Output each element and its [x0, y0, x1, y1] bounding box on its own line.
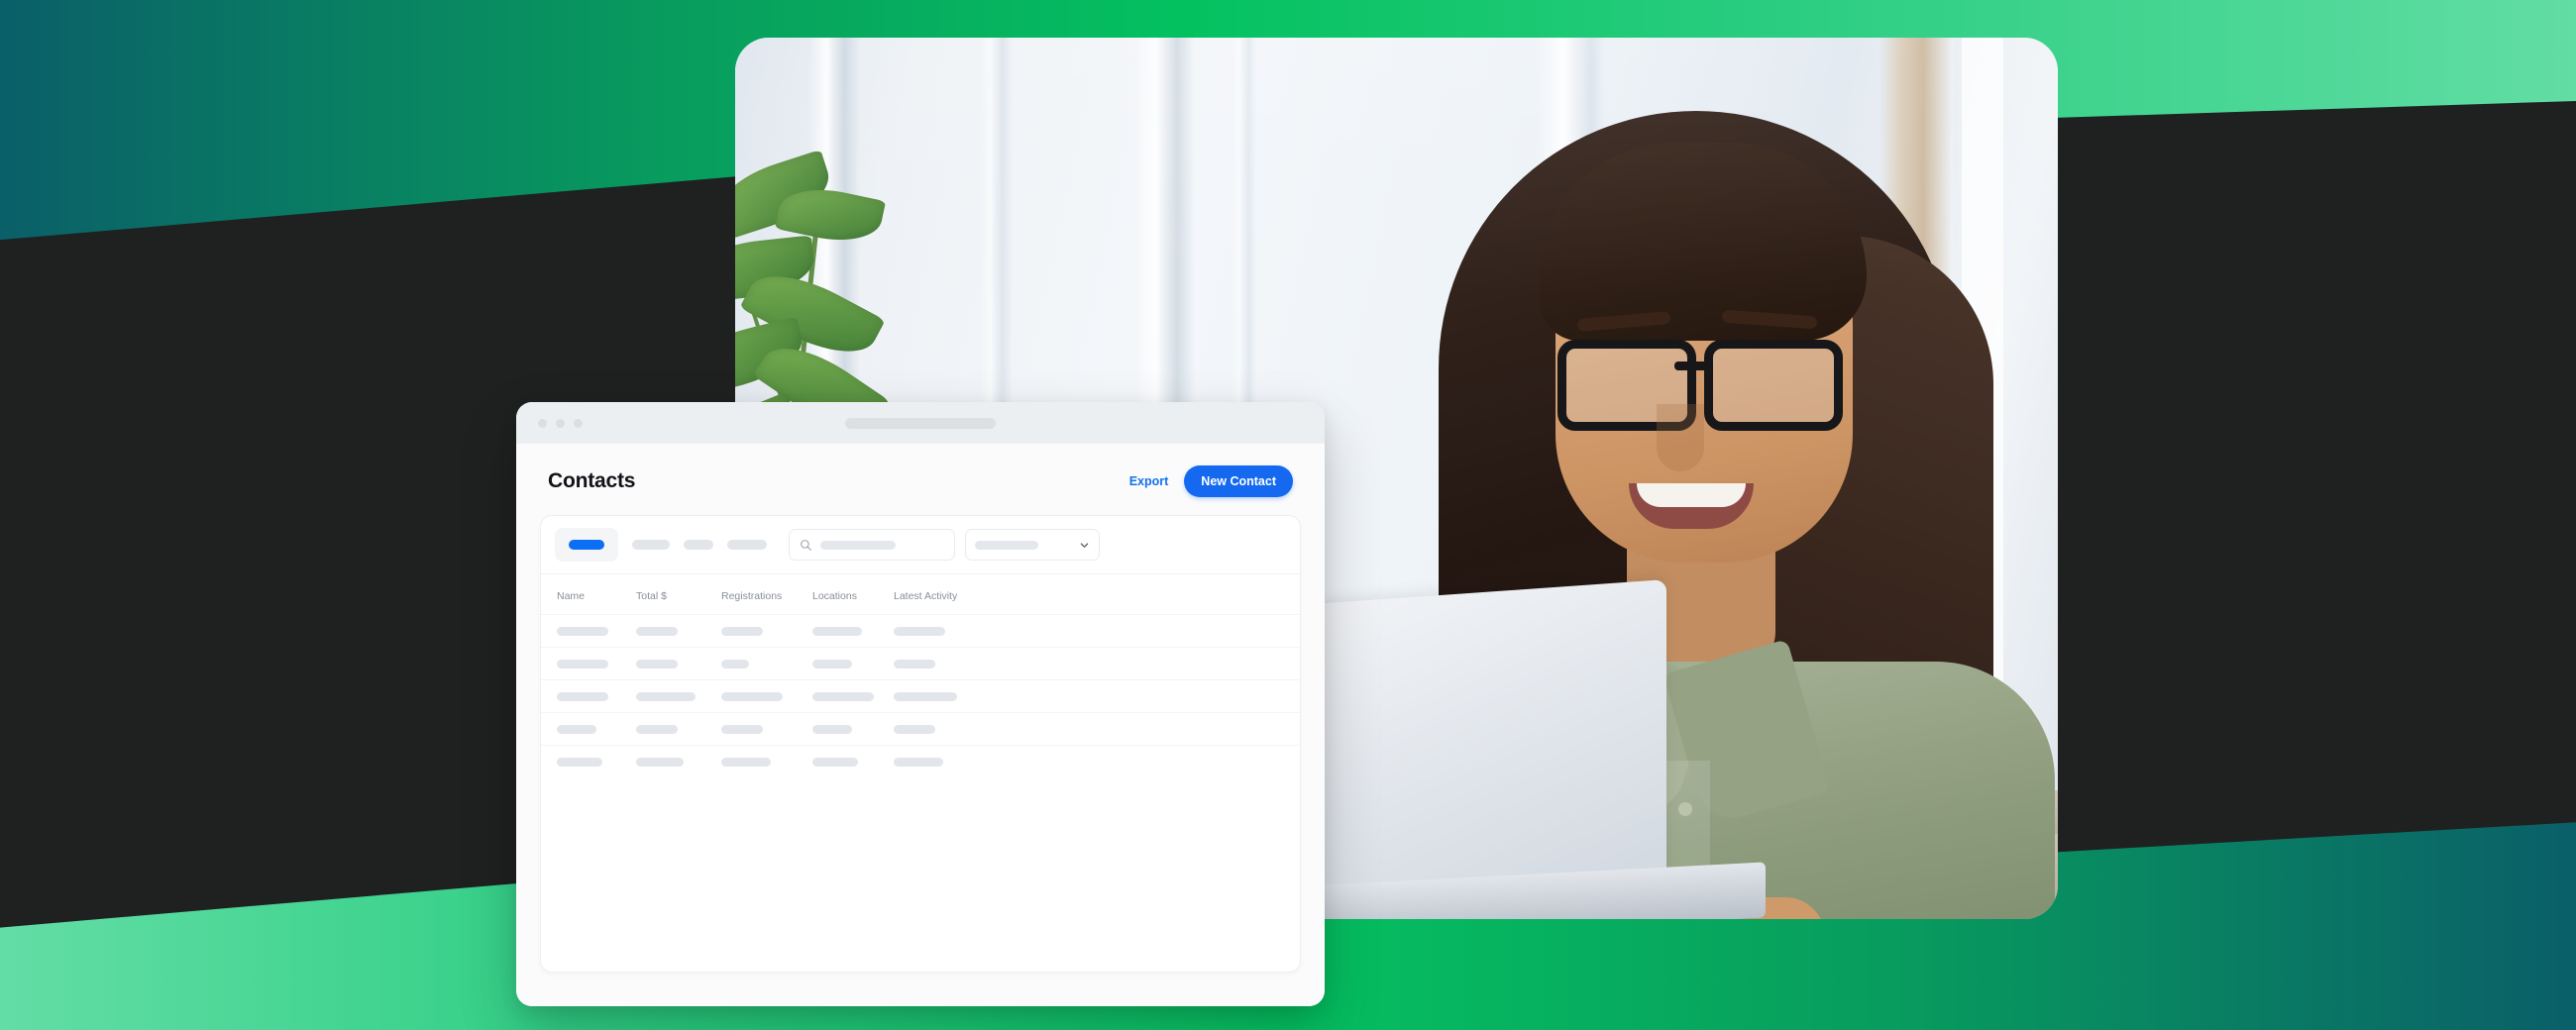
skeleton-bar — [894, 626, 945, 636]
table-cell — [812, 691, 894, 701]
table-cell — [812, 724, 894, 734]
column-header-registrations: Registrations — [721, 590, 783, 602]
skeleton-bar — [812, 659, 852, 669]
skeleton-bar — [636, 757, 684, 767]
filter-select[interactable] — [965, 529, 1100, 561]
table-cell — [812, 757, 894, 767]
table-cell — [557, 626, 636, 636]
table-cell — [557, 757, 636, 767]
address-bar[interactable] — [845, 417, 996, 429]
table-row[interactable] — [541, 712, 1300, 745]
table-cell — [812, 626, 894, 636]
table-cell — [636, 626, 721, 636]
tab-3[interactable] — [684, 540, 713, 550]
table-row[interactable] — [541, 745, 1300, 777]
search-placeholder — [820, 540, 896, 550]
table-cell — [894, 757, 988, 767]
column-header-total: Total $ — [636, 590, 667, 602]
column-header-locations: Locations — [812, 590, 857, 602]
table-cell — [721, 691, 812, 701]
table-row[interactable] — [541, 647, 1300, 679]
skeleton-bar — [557, 659, 608, 669]
column-header-name: Name — [557, 590, 586, 602]
new-contact-button[interactable]: New Contact — [1184, 465, 1293, 497]
tab-4[interactable] — [727, 540, 767, 550]
table-cell — [894, 659, 988, 669]
skeleton-bar — [557, 691, 608, 701]
close-dot-icon[interactable] — [538, 418, 547, 428]
table-header-row: Name Total $ Registrations Locations Lat… — [541, 574, 1300, 614]
skeleton-bar — [894, 724, 935, 734]
table-toolbar — [541, 516, 1300, 574]
table-cell — [894, 626, 988, 636]
traffic-lights — [538, 418, 583, 428]
page-header: Contacts Export New Contact — [540, 444, 1301, 515]
tab-all-label — [569, 540, 604, 550]
filter-select-value — [975, 540, 1038, 550]
skeleton-bar — [894, 757, 943, 767]
table-cell — [721, 659, 812, 669]
app-page: Contacts Export New Contact Name Total $… — [516, 444, 1325, 1006]
chevron-down-icon — [1080, 542, 1089, 548]
tab-group — [624, 528, 767, 562]
skeleton-bar — [721, 757, 771, 767]
skeleton-bar — [721, 659, 749, 669]
search-input[interactable] — [789, 529, 955, 561]
browser-window: Contacts Export New Contact Name Total $… — [516, 402, 1325, 1006]
table-cell — [812, 659, 894, 669]
browser-chrome — [516, 402, 1325, 444]
search-icon — [801, 539, 811, 551]
table-row[interactable] — [541, 614, 1300, 647]
column-header-latest-activity: Latest Activity — [894, 590, 958, 602]
table-cell — [557, 659, 636, 669]
poster-stage: Contacts Export New Contact Name Total $… — [0, 0, 2576, 1030]
table-cell — [636, 724, 721, 734]
skeleton-bar — [557, 724, 596, 734]
table-cell — [636, 659, 721, 669]
skeleton-bar — [812, 691, 874, 701]
skeleton-bar — [636, 691, 696, 701]
tab-all[interactable] — [555, 528, 618, 562]
page-title: Contacts — [548, 469, 636, 492]
skeleton-bar — [894, 691, 957, 701]
skeleton-bar — [812, 724, 852, 734]
skeleton-bar — [894, 659, 935, 669]
table-body — [541, 614, 1300, 972]
skeleton-bar — [812, 626, 862, 636]
maximize-dot-icon[interactable] — [574, 418, 583, 428]
table-cell — [721, 724, 812, 734]
contacts-card: Name Total $ Registrations Locations Lat… — [540, 515, 1301, 973]
skeleton-bar — [636, 659, 678, 669]
minimize-dot-icon[interactable] — [556, 418, 565, 428]
skeleton-bar — [557, 626, 608, 636]
table-cell — [894, 724, 988, 734]
table-cell — [557, 691, 636, 701]
skeleton-bar — [636, 626, 678, 636]
skeleton-bar — [557, 757, 602, 767]
header-actions: Export New Contact — [1129, 465, 1293, 497]
table-cell — [894, 691, 988, 701]
skeleton-bar — [812, 757, 858, 767]
table-row[interactable] — [541, 679, 1300, 712]
table-cell — [721, 626, 812, 636]
table-cell — [636, 691, 721, 701]
tab-2[interactable] — [632, 540, 670, 550]
table-cell — [557, 724, 636, 734]
skeleton-bar — [636, 724, 678, 734]
skeleton-bar — [721, 626, 763, 636]
skeleton-bar — [721, 724, 763, 734]
table-cell — [636, 757, 721, 767]
table-cell — [721, 757, 812, 767]
skeleton-bar — [721, 691, 783, 701]
export-button[interactable]: Export — [1129, 474, 1169, 488]
